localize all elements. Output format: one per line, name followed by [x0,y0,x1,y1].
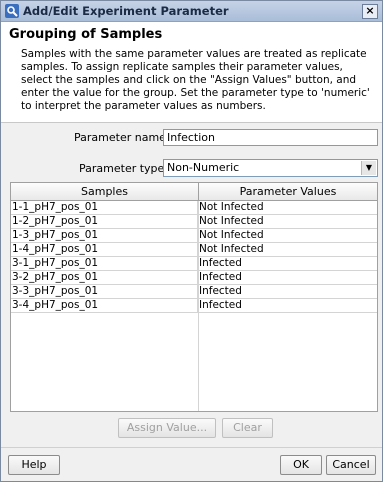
samples-table: Samples Parameter Values 1-1_pH7_pos_01 N… [10,182,378,412]
footer-divider [1,447,382,448]
table-header: Samples Parameter Values [11,183,377,201]
value-cell[interactable]: Infected [199,299,375,312]
value-cell[interactable]: Not Infected [199,229,375,242]
parameter-type-label: Parameter type [79,162,165,175]
table-row[interactable]: 3-2_pH7_pos_01 Infected [11,271,377,285]
help-button[interactable]: Help [8,455,60,475]
table-row[interactable]: 1-1_pH7_pos_01 Not Infected [11,201,377,215]
close-button[interactable]: × [362,4,378,19]
value-cell[interactable]: Infected [199,271,375,284]
table-body: 1-1_pH7_pos_01 Not Infected 1-2_pH7_pos_0… [11,201,377,313]
dialog-window: Add/Edit Experiment Parameter × Grouping… [0,0,383,482]
value-cell[interactable]: Not Infected [199,243,375,256]
sample-cell[interactable]: 1-2_pH7_pos_01 [12,215,198,228]
value-cell[interactable]: Not Infected [199,215,375,228]
table-row[interactable]: 3-3_pH7_pos_01 Infected [11,285,377,299]
value-cell[interactable]: Not Infected [199,201,375,214]
magnifier-icon [5,4,19,18]
table-row[interactable]: 1-3_pH7_pos_01 Not Infected [11,229,377,243]
parameter-type-select[interactable]: Non-Numeric ▼ [163,159,378,177]
chevron-down-icon[interactable]: ▼ [361,161,376,175]
sample-cell[interactable]: 3-1_pH7_pos_01 [12,257,198,270]
column-header-samples[interactable]: Samples [11,183,199,200]
value-cell[interactable]: Infected [199,285,375,298]
sample-cell[interactable]: 3-4_pH7_pos_01 [12,299,198,312]
clear-button[interactable]: Clear [222,418,273,438]
sample-cell[interactable]: 1-4_pH7_pos_01 [12,243,198,256]
title-bar[interactable]: Add/Edit Experiment Parameter × [1,1,382,22]
sample-cell[interactable]: 3-2_pH7_pos_01 [12,271,198,284]
table-row[interactable]: 3-4_pH7_pos_01 Infected [11,299,377,313]
table-row[interactable]: 3-1_pH7_pos_01 Infected [11,257,377,271]
value-cell[interactable]: Infected [199,257,375,270]
ok-button[interactable]: OK [280,455,322,475]
parameter-name-label: Parameter name [74,131,166,144]
cancel-button[interactable]: Cancel [326,455,376,475]
sample-cell[interactable]: 1-3_pH7_pos_01 [12,229,198,242]
column-header-parameter-values[interactable]: Parameter Values [199,183,377,200]
assign-value-button[interactable]: Assign Value... [118,418,216,438]
header-panel: Grouping of Samples Samples with the sam… [1,22,382,123]
table-row[interactable]: 1-4_pH7_pos_01 Not Infected [11,243,377,257]
parameter-type-value: Non-Numeric [167,161,240,174]
sample-cell[interactable]: 3-3_pH7_pos_01 [12,285,198,298]
parameter-name-input[interactable]: Infection [163,129,378,146]
section-title: Grouping of Samples [9,27,163,42]
sample-cell[interactable]: 1-1_pH7_pos_01 [12,201,198,214]
section-description: Samples with the same parameter values a… [21,48,370,112]
window-title: Add/Edit Experiment Parameter [23,4,229,18]
table-row[interactable]: 1-2_pH7_pos_01 Not Infected [11,215,377,229]
